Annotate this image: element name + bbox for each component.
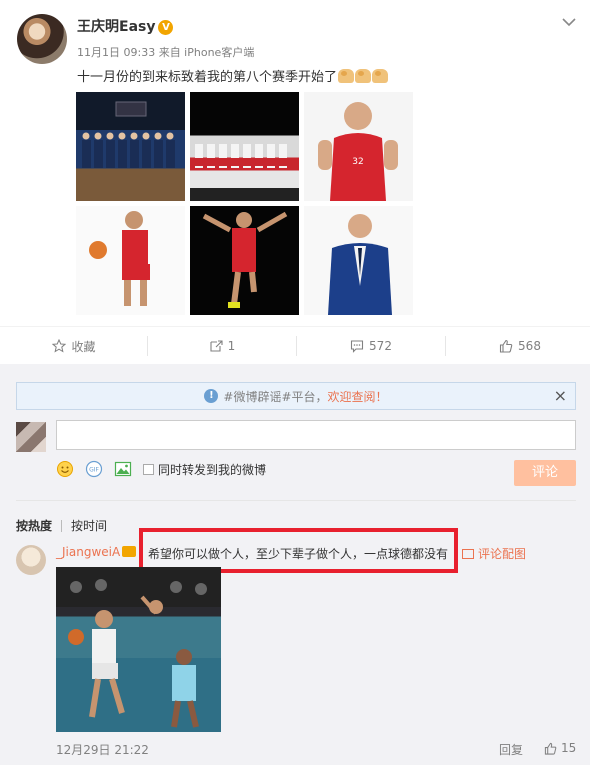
comment-button[interactable]: 572: [297, 327, 445, 365]
comment-input[interactable]: [56, 420, 576, 450]
player-jersey-illustration: 32: [318, 102, 398, 201]
comment-like-button[interactable]: 15: [544, 741, 576, 755]
comment-image-link[interactable]: 评论配图: [462, 545, 526, 562]
post-meta: 11月1日 09:33 来自 iPhone客户端: [77, 46, 255, 59]
forward-checkbox[interactable]: [143, 463, 154, 475]
info-icon: !: [204, 389, 219, 403]
photo-grid: 32: [76, 92, 414, 316]
post-username[interactable]: 王庆明Easy V: [77, 16, 174, 36]
tab-divider: [61, 519, 63, 532]
commenter-avatar[interactable]: [16, 545, 46, 575]
like-count: 568: [518, 339, 541, 353]
crown-badge-icon: [122, 546, 137, 557]
player-suit-illustration: [328, 214, 392, 315]
notice-link[interactable]: 欢迎查阅！: [328, 388, 388, 405]
flex-emoji-icon: [338, 69, 355, 83]
image-icon[interactable]: [114, 460, 132, 478]
comment-image-illustration: [56, 567, 221, 728]
forward-icon: [210, 340, 223, 352]
comment-count: 572: [369, 339, 392, 353]
post-text: 十一月份的到来标致着我的第八个赛季开始了: [77, 66, 389, 85]
tab-sort-time[interactable]: 按时间: [71, 517, 107, 534]
weibo-post: 王庆明Easy V 11月1日 09:33 来自 iPhone客户端 十一月份的到…: [0, 0, 590, 326]
photo-team-suits[interactable]: [76, 92, 185, 201]
photo-player-dribbling[interactable]: [76, 206, 185, 315]
comment-image[interactable]: [56, 567, 221, 732]
svg-text:32: 32: [352, 157, 363, 167]
photo-player-jumping[interactable]: [190, 206, 299, 315]
gif-icon[interactable]: GIF: [85, 460, 103, 478]
flex-emoji-icon: [372, 69, 389, 83]
forward-count: 1: [227, 339, 236, 353]
svg-text:GIF: GIF: [89, 467, 99, 474]
user-avatar[interactable]: [17, 14, 67, 64]
notice-text: #微博辟谣#平台，: [223, 389, 328, 404]
verified-badge-icon: V: [158, 20, 174, 35]
photo-player-jersey[interactable]: 32: [304, 92, 413, 201]
commenter-name[interactable]: _JiangweiA: [56, 545, 137, 559]
reply-button[interactable]: 回复: [499, 741, 523, 758]
comment-icon: [350, 340, 364, 353]
comments-section: ! #微博辟谣#平台， 欢迎查阅！ × GIF 同时转发到我的微博 评论 按热度…: [0, 364, 590, 765]
photo-player-suit[interactable]: [304, 206, 413, 315]
sort-tabs: 按热度 按时间: [16, 517, 107, 534]
photo-team-uniforms[interactable]: [190, 92, 299, 201]
rumor-notice-banner: ! #微博辟谣#平台， 欢迎查阅！ ×: [16, 382, 576, 410]
emoji-icon[interactable]: [56, 460, 74, 478]
team-suits-illustration: [82, 101, 175, 168]
username-text[interactable]: 王庆明Easy: [77, 19, 155, 35]
favorite-button[interactable]: 收藏: [0, 327, 148, 365]
submit-comment-button[interactable]: 评论: [514, 460, 576, 486]
flex-emoji-icon: [355, 69, 372, 83]
forward-button[interactable]: 1: [148, 327, 296, 365]
chevron-down-icon[interactable]: [561, 14, 577, 30]
close-icon[interactable]: ×: [554, 386, 567, 405]
like-button[interactable]: 568: [446, 327, 590, 365]
picture-icon: [462, 548, 474, 559]
player-dribbling-illustration: [89, 211, 150, 306]
forward-label: 同时转发到我的微博: [158, 462, 267, 477]
my-avatar: [16, 422, 46, 452]
team-uniforms-illustration: [195, 144, 287, 168]
thumbs-up-icon: [544, 742, 557, 755]
post-action-bar: 收藏 1 572 568: [0, 326, 590, 364]
post-text-content: 十一月份的到来标致着我的第八个赛季开始了: [77, 70, 338, 85]
tab-sort-hot[interactable]: 按热度: [16, 517, 52, 534]
comment-like-count: 15: [561, 741, 577, 755]
comment-date: 12月29日 21:22: [56, 743, 149, 757]
player-jumping-illustration: [202, 211, 288, 308]
star-icon: [52, 339, 67, 353]
comment-image-label[interactable]: 评论配图: [478, 545, 526, 562]
thumbs-up-icon: [499, 339, 513, 353]
favorite-label: 收藏: [71, 339, 96, 354]
commenter-username[interactable]: _JiangweiA: [56, 545, 120, 559]
composer-tools: GIF 同时转发到我的微博: [56, 458, 266, 480]
section-divider: [16, 500, 576, 501]
